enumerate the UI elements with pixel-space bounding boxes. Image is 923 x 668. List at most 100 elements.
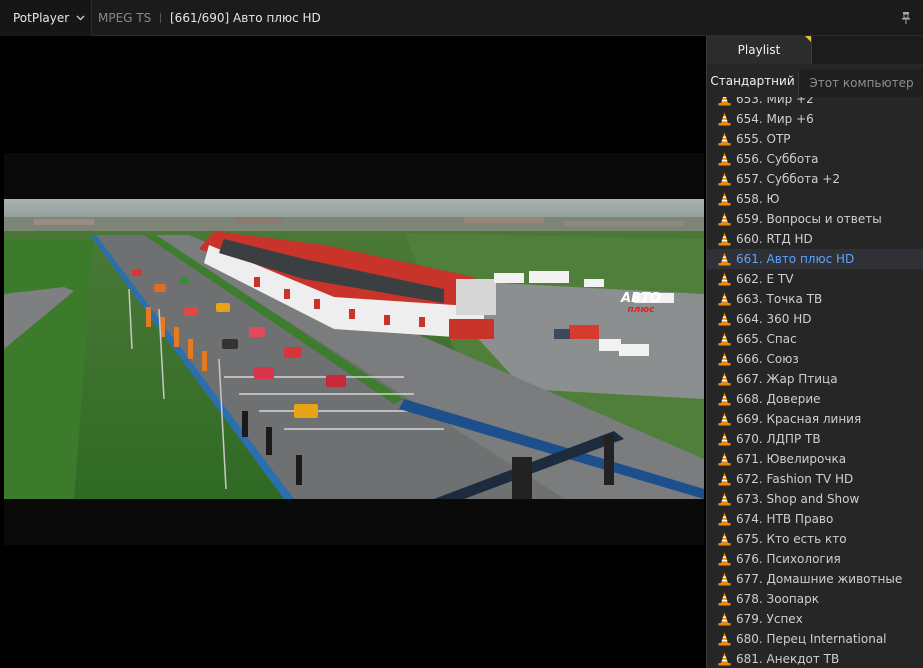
vlc-cone-icon bbox=[718, 392, 731, 406]
vlc-cone-icon bbox=[718, 472, 731, 486]
playlist-item[interactable]: 672. Fashion TV HD bbox=[707, 469, 923, 489]
playlist-item-label: 665. Спас bbox=[736, 332, 797, 346]
vlc-cone-icon bbox=[718, 652, 731, 666]
playlist-item-label: 656. Суббота bbox=[736, 152, 819, 166]
vlc-cone-icon bbox=[718, 232, 731, 246]
playlist-item-label: 667. Жар Птица bbox=[736, 372, 838, 386]
playlist-item-label: 654. Мир +6 bbox=[736, 112, 814, 126]
playlist-item-label: 675. Кто есть кто bbox=[736, 532, 847, 546]
playlist-item[interactable]: 658. Ю bbox=[707, 189, 923, 209]
vlc-cone-icon bbox=[718, 532, 731, 546]
vlc-cone-icon bbox=[718, 272, 731, 286]
playlist-item-label: 679. Успех bbox=[736, 612, 803, 626]
playlist-item-label: 673. Shop and Show bbox=[736, 492, 860, 506]
playlist-item[interactable]: 680. Перец International bbox=[707, 629, 923, 649]
playlist-panel: Playlist Стандартний Этот компьютер 653.… bbox=[706, 36, 923, 668]
playlist-item[interactable]: 656. Суббота bbox=[707, 149, 923, 169]
channel-logo-line1: АВТО bbox=[620, 291, 661, 306]
playlist-item-label: 672. Fashion TV HD bbox=[736, 472, 854, 486]
playlist-list-inner: 653. Мир +2 654. Мир +6 655. ОТР 656. Суббо… bbox=[707, 97, 923, 668]
video-area[interactable]: АВТО плюс bbox=[0, 36, 706, 668]
playlist-item-label: 666. Союз bbox=[736, 352, 799, 366]
vlc-cone-icon bbox=[718, 572, 731, 586]
vlc-cone-icon bbox=[718, 332, 731, 346]
playlist-item[interactable]: 677. Домашние животные bbox=[707, 569, 923, 589]
app-menu-button[interactable]: PotPlayer bbox=[0, 0, 92, 36]
title-separator bbox=[160, 13, 161, 23]
playlist-item-label: 655. ОТР bbox=[736, 132, 791, 146]
playlist-list[interactable]: 653. Мир +2 654. Мир +6 655. ОТР 656. Суббо… bbox=[707, 97, 923, 668]
vlc-cone-icon bbox=[718, 152, 731, 166]
vlc-cone-icon bbox=[718, 612, 731, 626]
chevron-down-icon bbox=[76, 15, 85, 21]
playlist-item-label: 659. Вопросы и ответы bbox=[736, 212, 882, 226]
playlist-item-label: 653. Мир +2 bbox=[736, 97, 814, 106]
vlc-cone-icon bbox=[718, 97, 731, 106]
playlist-item[interactable]: 660. RTД HD bbox=[707, 229, 923, 249]
vlc-cone-icon bbox=[718, 132, 731, 146]
subtab-computer-label: Этот компьютер bbox=[809, 76, 914, 90]
race-track-scene bbox=[4, 199, 704, 499]
vlc-cone-icon bbox=[718, 412, 731, 426]
playlist-item-active[interactable]: 661. Авто плюс HD bbox=[707, 249, 923, 269]
vlc-cone-icon bbox=[718, 452, 731, 466]
playlist-item[interactable]: 666. Союз bbox=[707, 349, 923, 369]
playlist-item[interactable]: 675. Кто есть кто bbox=[707, 529, 923, 549]
subtab-standard-label: Стандартний bbox=[710, 73, 795, 88]
playlist-item-label: 661. Авто плюс HD bbox=[736, 252, 855, 266]
tab-playlist[interactable]: Playlist bbox=[707, 36, 811, 64]
playlist-item-label: 677. Домашние животные bbox=[736, 572, 903, 586]
vlc-cone-icon bbox=[718, 172, 731, 186]
playlist-item[interactable]: 669. Красная линия bbox=[707, 409, 923, 429]
playlist-item[interactable]: 665. Спас bbox=[707, 329, 923, 349]
playlist-item[interactable]: 657. Суббота +2 bbox=[707, 169, 923, 189]
playlist-item[interactable]: 659. Вопросы и ответы bbox=[707, 209, 923, 229]
playlist-item-label: 680. Перец International bbox=[736, 632, 887, 646]
format-label: MPEG TS bbox=[98, 11, 152, 25]
vlc-cone-icon bbox=[718, 552, 731, 566]
tab-bar-empty bbox=[811, 36, 923, 64]
playlist-item-label: 658. Ю bbox=[736, 192, 780, 206]
playlist-item-label: 674. НТВ Право bbox=[736, 512, 834, 526]
vlc-cone-icon bbox=[718, 292, 731, 306]
playlist-item[interactable]: 664. 360 HD bbox=[707, 309, 923, 329]
title-bar: PotPlayer MPEG TS [661/690] Авто плюс HD bbox=[0, 0, 923, 36]
playlist-item[interactable]: 681. Анекдот ТВ bbox=[707, 649, 923, 668]
playlist-item[interactable]: 662. E TV bbox=[707, 269, 923, 289]
playlist-item[interactable]: 653. Мир +2 bbox=[707, 97, 923, 109]
playlist-item-label: 678. Зоопарк bbox=[736, 592, 819, 606]
vlc-cone-icon bbox=[718, 212, 731, 226]
playlist-item[interactable]: 668. Доверие bbox=[707, 389, 923, 409]
vlc-cone-icon bbox=[718, 432, 731, 446]
subtab-standard[interactable]: Стандартний bbox=[707, 64, 798, 97]
channel-logo: АВТО плюс bbox=[620, 291, 661, 315]
vlc-cone-icon bbox=[718, 352, 731, 366]
playlist-item[interactable]: 667. Жар Птица bbox=[707, 369, 923, 389]
playlist-item[interactable]: 655. ОТР bbox=[707, 129, 923, 149]
subtab-this-computer[interactable]: Этот компьютер bbox=[798, 69, 923, 97]
vlc-cone-icon bbox=[718, 592, 731, 606]
pin-icon[interactable] bbox=[900, 11, 912, 25]
app-name: PotPlayer bbox=[13, 11, 70, 25]
playlist-item[interactable]: 678. Зоопарк bbox=[707, 589, 923, 609]
playlist-item-label: 663. Точка ТВ bbox=[736, 292, 823, 306]
playlist-item[interactable]: 663. Точка ТВ bbox=[707, 289, 923, 309]
playlist-item[interactable]: 673. Shop and Show bbox=[707, 489, 923, 509]
playlist-item[interactable]: 670. ЛДПР ТВ bbox=[707, 429, 923, 449]
playlist-item-label: 681. Анекдот ТВ bbox=[736, 652, 840, 666]
channel-logo-line2: плюс bbox=[628, 305, 656, 315]
playlist-item[interactable]: 679. Успех bbox=[707, 609, 923, 629]
playlist-item-label: 671. Ювелирочка bbox=[736, 452, 847, 466]
vlc-cone-icon bbox=[718, 372, 731, 386]
playlist-item-label: 664. 360 HD bbox=[736, 312, 812, 326]
vlc-cone-icon bbox=[718, 512, 731, 526]
vlc-cone-icon bbox=[718, 192, 731, 206]
playlist-item-label: 670. ЛДПР ТВ bbox=[736, 432, 821, 446]
playlist-item[interactable]: 654. Мир +6 bbox=[707, 109, 923, 129]
playlist-item-label: 660. RTД HD bbox=[736, 232, 813, 246]
playlist-item[interactable]: 671. Ювелирочка bbox=[707, 449, 923, 469]
playlist-item-label: 676. Психология bbox=[736, 552, 841, 566]
video-frame: АВТО плюс bbox=[4, 153, 704, 545]
playlist-item[interactable]: 674. НТВ Право bbox=[707, 509, 923, 529]
playlist-item[interactable]: 676. Психология bbox=[707, 549, 923, 569]
